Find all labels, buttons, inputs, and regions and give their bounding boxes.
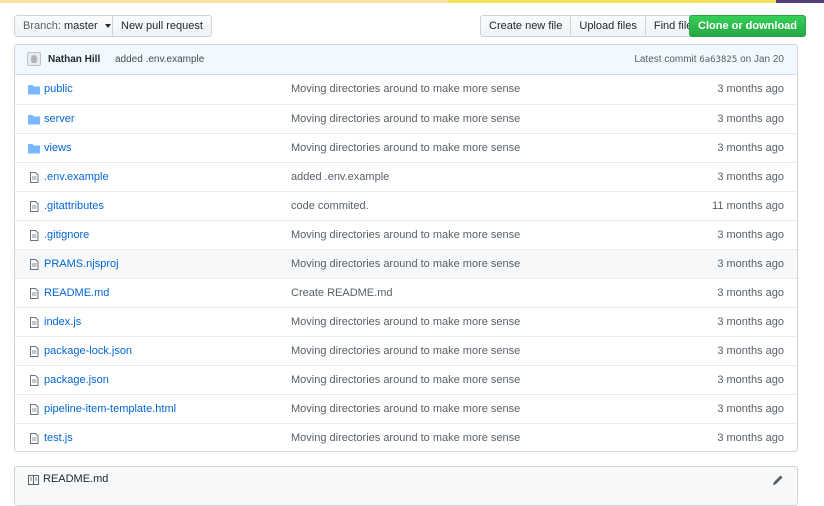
commit-age: 3 months ago: [717, 316, 784, 328]
avatar[interactable]: [27, 52, 41, 66]
file-icon: [30, 346, 39, 357]
file-name-link[interactable]: PRAMS.njsproj: [44, 250, 119, 278]
readme-title: README.md: [43, 473, 109, 485]
file-rows: public Moving directories around to make …: [15, 75, 797, 451]
commit-date: on Jan 20: [740, 54, 784, 65]
table-row: test.js Moving directories around to make…: [15, 423, 797, 451]
commit-age: 3 months ago: [717, 83, 784, 95]
commit-message-link[interactable]: Moving directories around to make more s…: [291, 250, 520, 278]
latest-commit-bar: Nathan Hill added .env.example Latest co…: [15, 45, 797, 75]
file-name-link[interactable]: .gitignore: [44, 221, 89, 249]
file-icon: [30, 404, 39, 415]
file-name-link[interactable]: package.json: [44, 366, 109, 394]
commit-message-link[interactable]: Moving directories around to make more s…: [291, 105, 520, 133]
branch-select-button[interactable]: Branch: master: [14, 15, 120, 37]
upload-files-label: Upload files: [579, 20, 637, 32]
commit-message-link[interactable]: Create README.md: [291, 279, 392, 307]
folder-icon: [28, 144, 40, 154]
commit-message-link[interactable]: Moving directories around to make more s…: [291, 395, 520, 423]
table-row: package.json Moving directories around to…: [15, 365, 797, 394]
commit-age: 3 months ago: [717, 287, 784, 299]
table-row: .gitignore Moving directories around to m…: [15, 220, 797, 249]
new-pull-request-label: New pull request: [121, 20, 203, 32]
folder-icon: [28, 115, 40, 125]
file-name-link[interactable]: server: [44, 105, 75, 133]
file-icon: [30, 259, 39, 270]
table-row: package-lock.json Moving directories arou…: [15, 336, 797, 365]
clone-or-download-button[interactable]: Clone or download: [689, 15, 806, 37]
table-row: .gitattributes code commited. 11 months ag…: [15, 191, 797, 220]
branch-name: master: [63, 20, 98, 32]
commit-message-link[interactable]: Moving directories around to make more s…: [291, 337, 520, 365]
pencil-icon[interactable]: [772, 474, 784, 486]
file-name-link[interactable]: index.js: [44, 308, 81, 336]
file-icon: [30, 230, 39, 241]
file-name-link[interactable]: package-lock.json: [44, 337, 132, 365]
table-row: README.md Create README.md 3 months ago: [15, 278, 797, 307]
book-icon: [28, 475, 39, 485]
table-row: PRAMS.njsproj Moving directories around t…: [15, 249, 797, 278]
commit-age: 3 months ago: [717, 432, 784, 444]
commit-age: 3 months ago: [717, 403, 784, 415]
commit-age: 3 months ago: [717, 113, 784, 125]
file-name-link[interactable]: README.md: [44, 279, 109, 307]
file-name-link[interactable]: views: [44, 134, 72, 162]
table-row: views Moving directories around to make m…: [15, 133, 797, 162]
readme-header: README.md: [14, 466, 798, 506]
folder-icon: [28, 85, 40, 95]
table-row: .env.example added .env.example 3 months a…: [15, 162, 797, 191]
table-row: index.js Moving directories around to mak…: [15, 307, 797, 336]
commit-age: 11 months ago: [712, 200, 784, 212]
commit-message-link[interactable]: Moving directories around to make more s…: [291, 366, 520, 394]
language-bar-segment-3: [776, 0, 824, 3]
table-row: pipeline-item-template.html Moving direct…: [15, 394, 797, 423]
file-icon: [30, 172, 39, 183]
file-icon: [30, 433, 39, 444]
commit-message-link[interactable]: code commited.: [291, 192, 369, 220]
file-name-link[interactable]: test.js: [44, 424, 73, 451]
create-new-file-button[interactable]: Create new file: [480, 15, 572, 37]
table-row: server Moving directories around to make …: [15, 104, 797, 133]
file-icon: [30, 317, 39, 328]
commit-author[interactable]: Nathan Hill: [48, 54, 100, 65]
commit-message-link[interactable]: Moving directories around to make more s…: [291, 75, 520, 103]
file-icon: [30, 201, 39, 212]
commit-message[interactable]: added .env.example: [115, 54, 204, 65]
create-new-file-label: Create new file: [489, 20, 563, 32]
chevron-down-icon: [104, 24, 111, 29]
file-name-link[interactable]: pipeline-item-template.html: [44, 395, 176, 423]
branch-prefix: Branch:: [23, 20, 61, 32]
commit-message-link[interactable]: Moving directories around to make more s…: [291, 424, 520, 451]
file-icon: [30, 375, 39, 386]
commit-sha[interactable]: 6a63825: [699, 55, 737, 65]
commit-age: 3 months ago: [717, 229, 784, 241]
new-pull-request-button[interactable]: New pull request: [112, 15, 212, 37]
commit-message-link[interactable]: Moving directories around to make more s…: [291, 308, 520, 336]
language-bar: [0, 0, 824, 3]
commit-age: 3 months ago: [717, 142, 784, 154]
clone-or-download-label: Clone or download: [698, 20, 797, 32]
latest-commit-label: Latest commit: [634, 54, 697, 65]
commit-message-link[interactable]: added .env.example: [291, 163, 389, 191]
commit-message-link[interactable]: Moving directories around to make more s…: [291, 221, 520, 249]
file-name-link[interactable]: .gitattributes: [44, 192, 104, 220]
commit-age: 3 months ago: [717, 374, 784, 386]
file-icon: [30, 288, 39, 299]
find-file-label: Find file: [653, 20, 693, 32]
commit-age: 3 months ago: [717, 171, 784, 183]
upload-files-button[interactable]: Upload files: [570, 15, 646, 37]
file-name-link[interactable]: .env.example: [44, 163, 109, 191]
language-bar-segment-2: [448, 0, 776, 3]
commit-message-link[interactable]: Moving directories around to make more s…: [291, 134, 520, 162]
file-name-link[interactable]: public: [44, 75, 73, 103]
table-row: public Moving directories around to make …: [15, 75, 797, 104]
commit-age: 3 months ago: [717, 258, 784, 270]
file-actions-group: Create new file Upload files Find file: [480, 15, 702, 37]
commit-age: 3 months ago: [717, 345, 784, 357]
latest-commit-info: Latest commit 6a63825 on Jan 20: [634, 54, 784, 65]
file-list: Nathan Hill added .env.example Latest co…: [14, 44, 798, 452]
language-bar-segment-1: [0, 0, 448, 3]
